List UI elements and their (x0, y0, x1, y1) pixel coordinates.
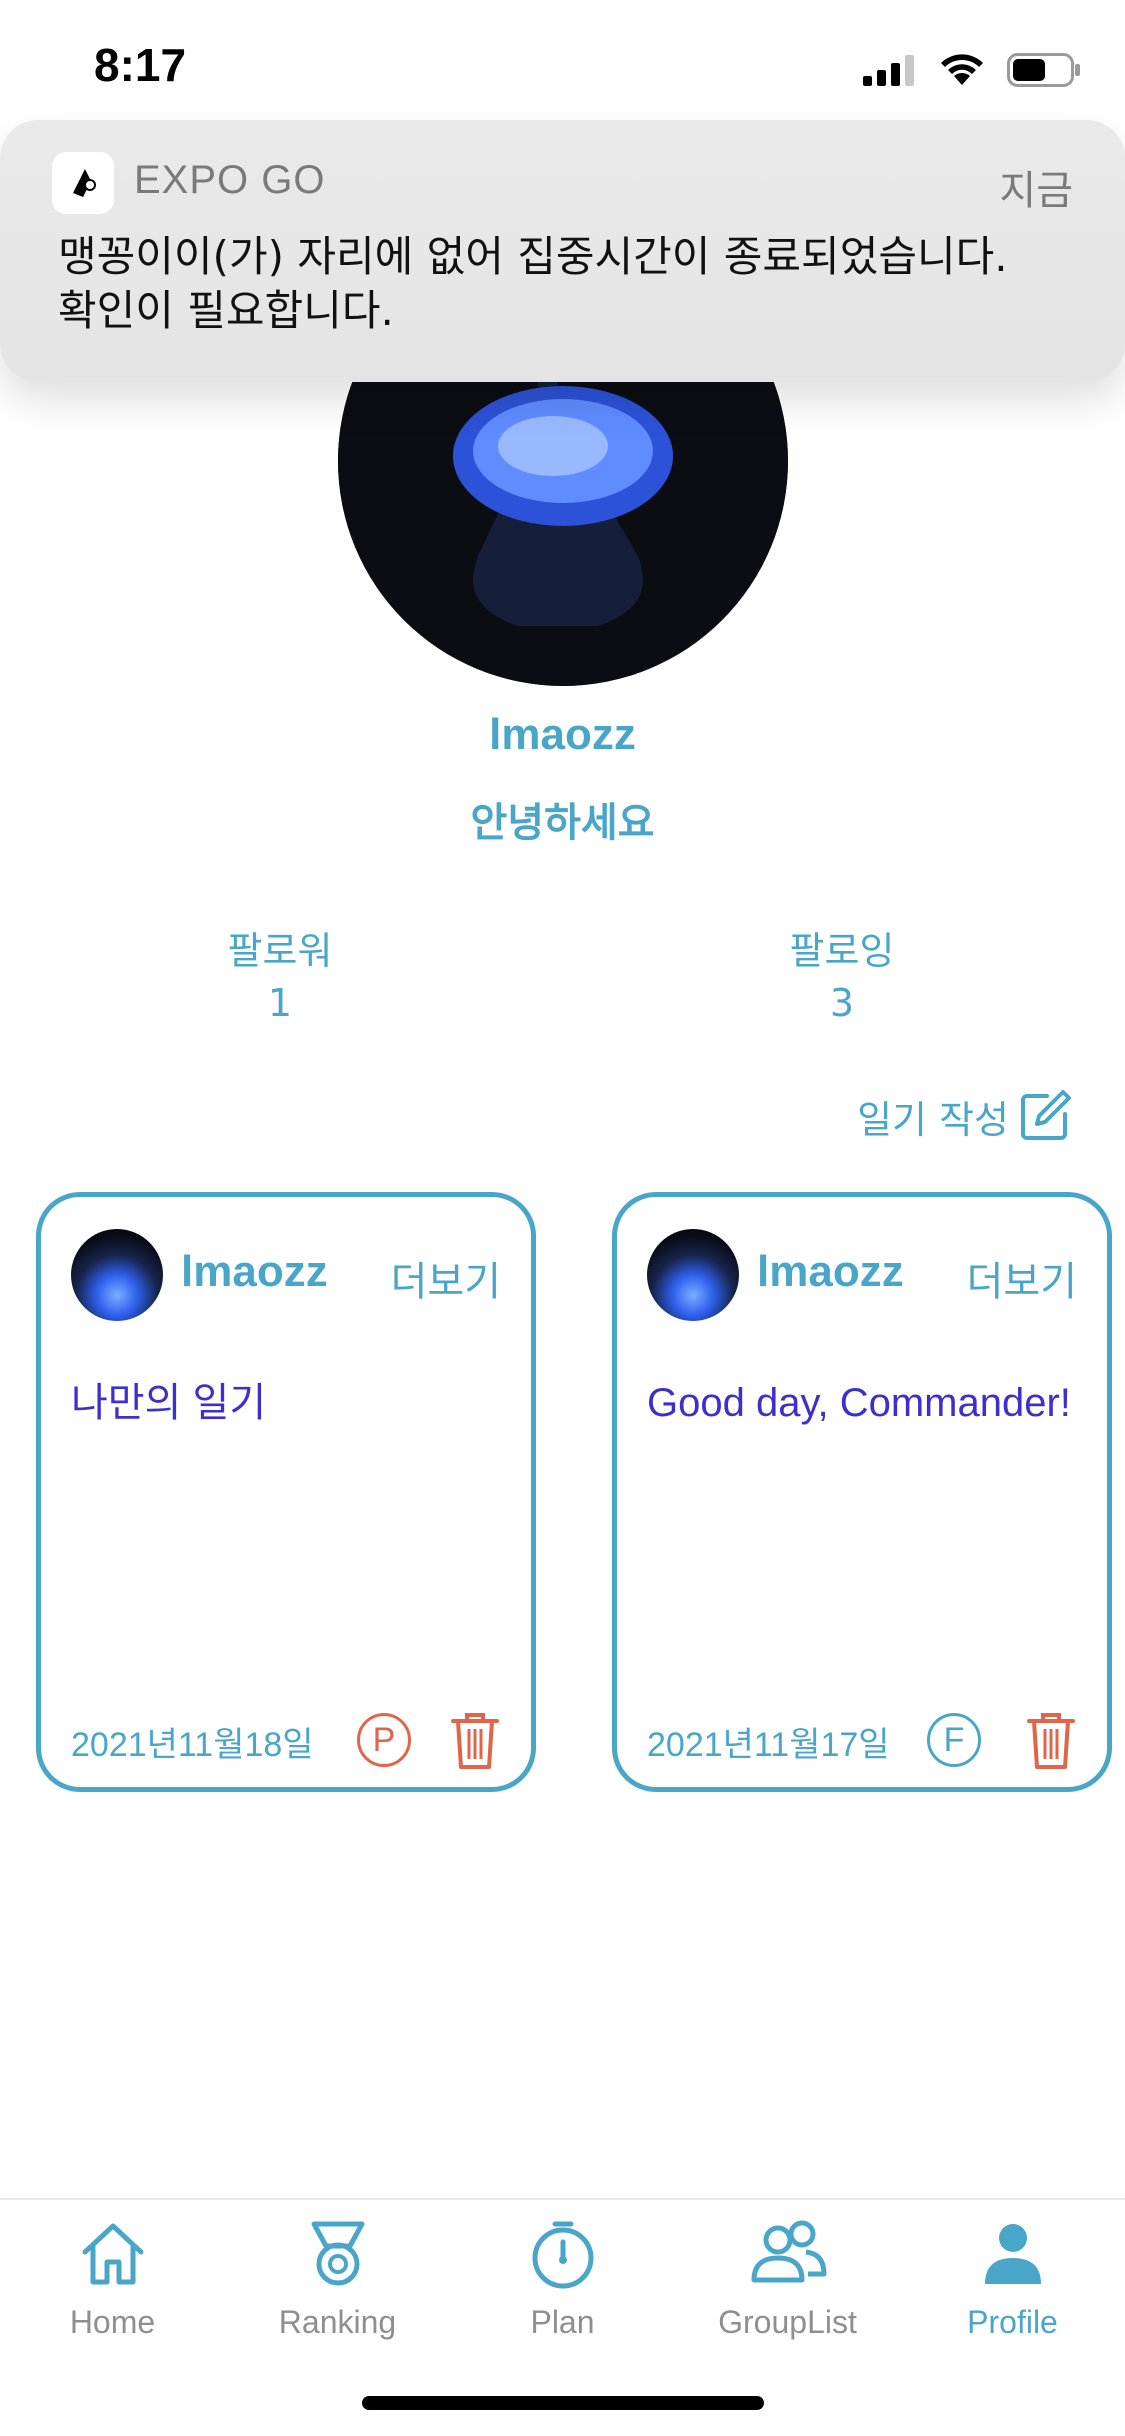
card-avatar (71, 1229, 163, 1321)
cellular-signal-icon (863, 55, 914, 86)
friends-badge[interactable]: F (927, 1713, 981, 1767)
diary-date: 2021년11월17일 (647, 1726, 890, 1764)
home-icon (82, 2223, 143, 2285)
notification-line-1: 맹꽁이이(가) 자리에 없어 집중시간이 종료되었습니다. (58, 232, 1008, 281)
notification-app-name: EXPO GO (134, 158, 326, 202)
tab-home[interactable]: Home (0, 2218, 225, 2358)
tab-label: GroupList (718, 2304, 857, 2340)
diary-content: 나만의 일기 (71, 1381, 267, 1425)
write-diary-button[interactable]: 일기 작성 (857, 1086, 1073, 1146)
profile-bio: 안녕하세요 (470, 800, 655, 846)
following-label: 팔로잉 (789, 929, 895, 973)
status-time: 8:17 (94, 39, 187, 91)
profile-username: lmaozz (489, 710, 636, 759)
tab-label: Home (69, 2304, 156, 2340)
diary-content: Good day, Commander! (647, 1381, 1071, 1425)
group-icon (751, 2220, 826, 2283)
more-button[interactable]: 더보기 (391, 1249, 501, 1307)
battery-icon (1007, 53, 1080, 87)
trash-icon[interactable] (449, 1709, 501, 1771)
trash-icon[interactable] (1025, 1709, 1077, 1771)
card-username: lmaozz (181, 1247, 328, 1296)
tab-label: Plan (530, 2304, 595, 2340)
following-stat[interactable]: 팔로잉 3 (692, 920, 992, 1025)
stopwatch-icon (532, 2221, 593, 2289)
diary-card[interactable]: lmaozz 더보기 나만의 일기 2021년11월18일 P (36, 1192, 536, 1792)
wifi-icon (941, 54, 983, 85)
tab-label: Profile (967, 2304, 1058, 2340)
push-notification[interactable]: EXPO GO 지금 맹꽁이이(가) 자리에 없어 집중시간이 종료되었습니다.… (0, 120, 1125, 382)
card-avatar (647, 1229, 739, 1321)
tab-ranking[interactable]: Ranking (225, 2218, 450, 2358)
followers-label: 팔로워 (227, 929, 333, 973)
person-icon (984, 2224, 1041, 2284)
status-icons (863, 50, 1081, 90)
diary-card[interactable]: lmaozz 더보기 Good day, Commander! 2021년11월… (612, 1192, 1112, 1792)
write-diary-label: 일기 작성 (857, 1097, 1009, 1142)
status-bar: 8:17 (0, 0, 1125, 135)
tab-grouplist[interactable]: GroupList (675, 2218, 900, 2358)
edit-icon (1021, 1090, 1071, 1140)
medal-icon (311, 2221, 364, 2286)
tab-label: Ranking (278, 2304, 397, 2340)
card-username: lmaozz (757, 1247, 904, 1296)
privacy-badge[interactable]: P (357, 1713, 411, 1767)
more-button[interactable]: 더보기 (967, 1249, 1077, 1307)
notification-time: 지금 (999, 168, 1073, 214)
tab-plan[interactable]: Plan (450, 2218, 675, 2358)
followers-stat[interactable]: 팔로워 1 (130, 920, 430, 1025)
tab-profile[interactable]: Profile (900, 2218, 1125, 2358)
diary-date: 2021년11월18일 (71, 1726, 314, 1764)
notification-line-2: 확인이 필요합니다. (58, 286, 394, 335)
expo-app-icon (52, 152, 114, 214)
following-count: 3 (829, 981, 855, 1025)
notification-message: 맹꽁이이(가) 자리에 없어 집중시간이 종료되었습니다. 확인이 필요합니다. (58, 230, 1078, 338)
followers-count: 1 (267, 981, 293, 1025)
home-indicator (362, 2396, 764, 2410)
